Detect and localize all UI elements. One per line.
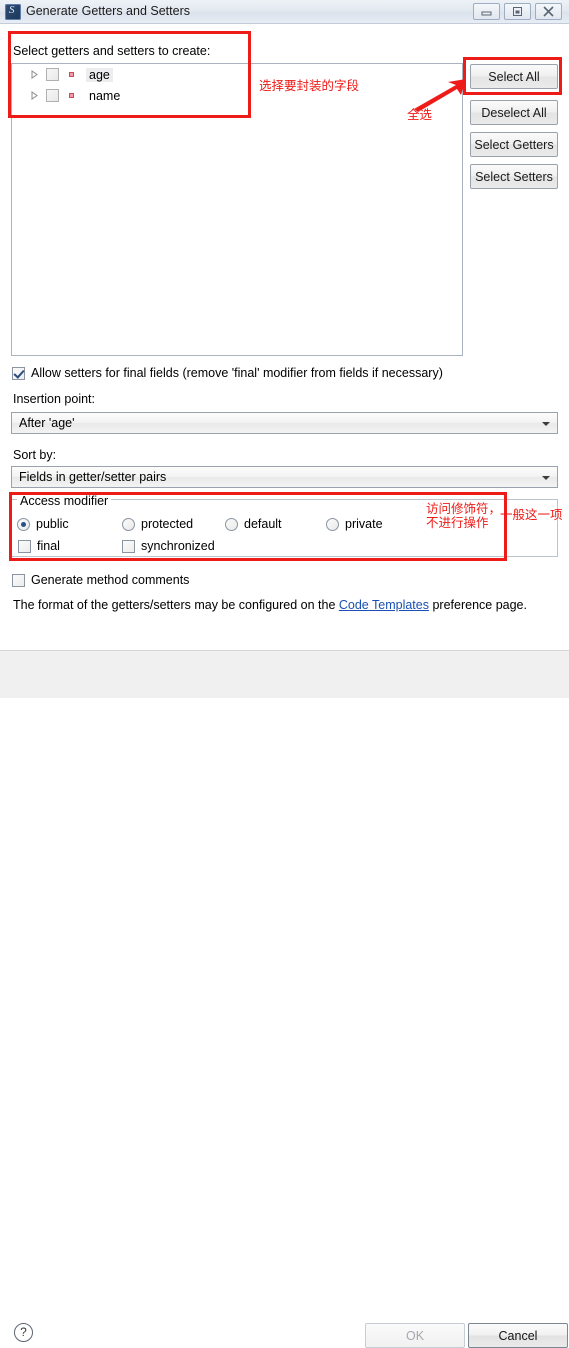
cancel-button[interactable]: Cancel <box>468 1323 568 1348</box>
deselect-all-button[interactable]: Deselect All <box>470 100 558 125</box>
radio-protected[interactable]: protected <box>122 517 193 531</box>
checkbox-final-label: final <box>37 539 60 553</box>
tree-item-checkbox[interactable] <box>46 89 59 102</box>
table-row[interactable]: age <box>12 64 462 85</box>
insertion-point-value: After 'age' <box>19 416 75 430</box>
format-note-prefix: The format of the getters/setters may be… <box>13 598 339 612</box>
allow-setters-label: Allow setters for final fields (remove '… <box>31 366 443 380</box>
field-icon <box>65 89 81 103</box>
tree-item-label: age <box>86 67 113 82</box>
window-titlebar: Generate Getters and Setters <box>0 0 569 24</box>
select-getters-button[interactable]: Select Getters <box>470 132 558 157</box>
access-modifier-legend: Access modifier <box>17 494 112 508</box>
getters-setters-tree[interactable]: age name <box>11 63 463 356</box>
tree-item-label: name <box>89 88 121 103</box>
radio-button[interactable] <box>225 517 238 531</box>
checkbox-synchronized-label: synchronized <box>141 539 215 553</box>
sort-by-select[interactable]: Fields in getter/setter pairs <box>11 466 558 488</box>
code-templates-link[interactable]: Code Templates <box>339 598 429 612</box>
radio-public-label: public <box>36 517 69 531</box>
radio-private[interactable]: private <box>326 517 383 531</box>
checkbox-box[interactable] <box>12 573 25 587</box>
select-all-button[interactable]: Select All <box>470 64 558 89</box>
format-note: The format of the getters/setters may be… <box>13 598 527 612</box>
allow-setters-final-fields-checkbox[interactable]: Allow setters for final fields (remove '… <box>12 366 443 380</box>
generate-method-comments-label: Generate method comments <box>31 573 190 587</box>
radio-default[interactable]: default <box>225 517 282 531</box>
checkbox-box[interactable] <box>122 539 135 553</box>
radio-public[interactable]: public <box>17 517 69 531</box>
close-icon[interactable] <box>535 3 562 20</box>
chevron-down-icon[interactable] <box>542 476 550 480</box>
restore-icon[interactable] <box>504 3 531 20</box>
radio-default-label: default <box>244 517 282 531</box>
checkbox-box[interactable] <box>18 539 31 553</box>
ok-button[interactable]: OK <box>365 1323 465 1348</box>
radio-button[interactable] <box>326 517 339 531</box>
dialog-button-bar: ? OK Cancel <box>0 651 569 1348</box>
checkbox-synchronized[interactable]: synchronized <box>122 539 215 553</box>
radio-button[interactable] <box>17 517 30 531</box>
radio-private-label: private <box>345 517 383 531</box>
insertion-point-label: Insertion point: <box>13 392 95 406</box>
checkbox-box[interactable] <box>12 366 25 380</box>
field-icon <box>65 68 81 82</box>
radio-protected-label: protected <box>141 517 194 531</box>
chevron-down-icon[interactable] <box>542 422 550 426</box>
page-title: Select getters and setters to create: <box>13 44 211 58</box>
minimize-icon[interactable] <box>473 3 500 20</box>
tree-item-checkbox[interactable] <box>46 68 59 81</box>
help-icon[interactable]: ? <box>14 1323 33 1342</box>
select-setters-button[interactable]: Select Setters <box>470 164 558 189</box>
format-note-suffix: preference page. <box>428 598 527 612</box>
sort-by-value: Fields in getter/setter pairs <box>19 470 167 484</box>
table-row[interactable]: name <box>12 85 462 106</box>
eclipse-app-icon <box>5 4 21 20</box>
checkbox-final[interactable]: final <box>18 539 60 553</box>
sort-by-label: Sort by: <box>13 448 57 462</box>
chevron-right-icon[interactable] <box>28 68 42 82</box>
generate-method-comments-checkbox[interactable]: Generate method comments <box>12 573 189 587</box>
insertion-point-select[interactable]: After 'age' <box>11 412 558 434</box>
window-title: Generate Getters and Setters <box>26 4 190 18</box>
radio-button[interactable] <box>122 517 135 531</box>
chevron-right-icon[interactable] <box>28 89 42 103</box>
